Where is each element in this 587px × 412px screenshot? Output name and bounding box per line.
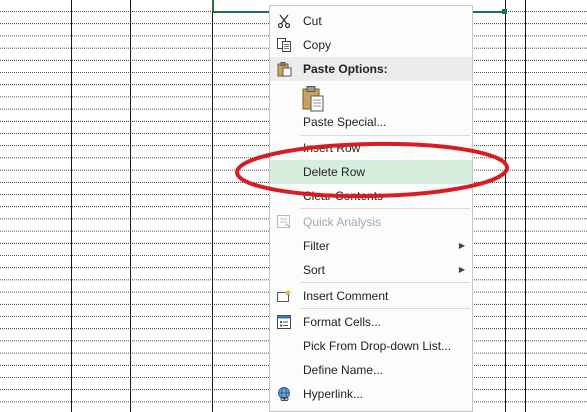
menu-separator bbox=[300, 282, 470, 283]
menu-item-hyperlink[interactable]: Hyperlink... bbox=[270, 382, 472, 406]
hyperlink-icon bbox=[276, 386, 292, 402]
menu-item-pick-from-list[interactable]: Pick From Drop-down List... bbox=[270, 334, 472, 358]
menu-item-delete-row[interactable]: Delete Row bbox=[270, 160, 472, 184]
menu-item-format-cells-label: Format Cells... bbox=[303, 315, 382, 329]
paste-options-header: Paste Options: bbox=[270, 57, 472, 81]
menu-item-filter[interactable]: Filter ▶ bbox=[270, 234, 472, 258]
context-menu: Cut Copy Paste Options: Paste Special...… bbox=[269, 5, 473, 412]
menu-item-cut-label: Cut bbox=[303, 14, 322, 28]
comment-icon bbox=[276, 288, 292, 304]
menu-separator bbox=[300, 208, 470, 209]
menu-item-paste-special-label: Paste Special... bbox=[303, 115, 387, 129]
menu-item-sort[interactable]: Sort ▶ bbox=[270, 258, 472, 282]
menu-item-cut[interactable]: Cut bbox=[270, 9, 472, 33]
paste-button[interactable] bbox=[301, 85, 327, 113]
clipboard-icon bbox=[276, 61, 292, 77]
menu-item-clear-contents-label: Clear Contents bbox=[303, 189, 384, 203]
menu-item-insert-comment[interactable]: Insert Comment bbox=[270, 284, 472, 308]
chevron-right-icon: ▶ bbox=[458, 241, 465, 250]
quick-analysis-icon bbox=[276, 214, 292, 230]
menu-item-paste-special[interactable]: Paste Special... bbox=[270, 110, 472, 134]
scissors-icon bbox=[276, 13, 292, 29]
menu-item-filter-label: Filter bbox=[303, 239, 330, 253]
menu-item-sort-label: Sort bbox=[303, 263, 326, 277]
menu-item-define-name[interactable]: Define Name... bbox=[270, 358, 472, 382]
menu-item-format-cells[interactable]: Format Cells... bbox=[270, 310, 472, 334]
menu-item-quick-analysis-label: Quick Analysis bbox=[303, 215, 382, 229]
menu-item-define-name-label: Define Name... bbox=[303, 363, 384, 377]
menu-item-copy[interactable]: Copy bbox=[270, 33, 472, 57]
menu-item-copy-label: Copy bbox=[303, 38, 332, 52]
menu-item-delete-row-label: Delete Row bbox=[303, 165, 366, 179]
chevron-right-icon: ▶ bbox=[458, 265, 465, 274]
menu-item-insert-row-label: Insert Row bbox=[303, 141, 361, 155]
menu-item-insert-row[interactable]: Insert Row bbox=[270, 136, 472, 160]
menu-item-pick-from-list-label: Pick From Drop-down List... bbox=[303, 339, 452, 353]
menu-item-quick-analysis: Quick Analysis bbox=[270, 210, 472, 234]
menu-item-hyperlink-label: Hyperlink... bbox=[303, 387, 364, 401]
copy-icon bbox=[276, 37, 292, 53]
format-cells-icon bbox=[276, 314, 292, 330]
menu-item-insert-comment-label: Insert Comment bbox=[303, 289, 389, 303]
paste-options-label: Paste Options: bbox=[303, 62, 388, 76]
menu-separator bbox=[300, 308, 470, 309]
menu-item-clear-contents[interactable]: Clear Contents bbox=[270, 184, 472, 208]
